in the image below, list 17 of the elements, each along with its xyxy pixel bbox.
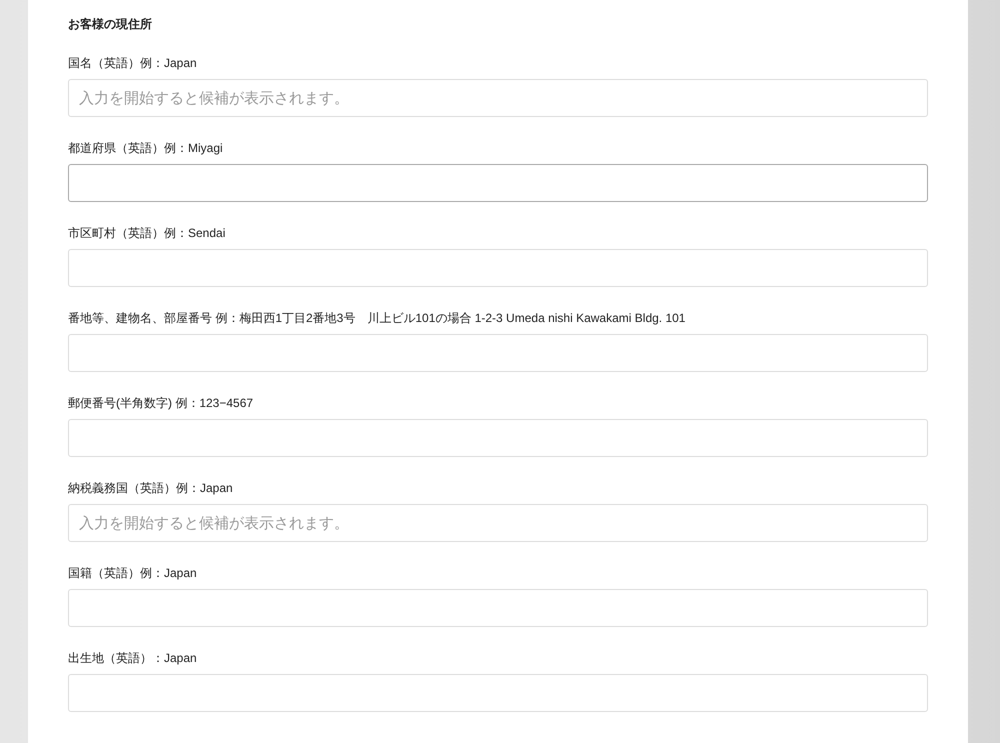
field-label: 番地等、建物名、部屋番号 例：梅田西1丁目2番地3号 川上ビル101の場合 1-2-3 Umeda nishi Kawakami Bldg. 101 — [68, 310, 686, 326]
field-label: 都道府県（英語）例：Miyagi — [68, 140, 224, 156]
input-field[interactable] — [68, 334, 928, 372]
field-label: 出生地（英語）：Japan — [68, 650, 198, 666]
input-field[interactable] — [68, 164, 928, 202]
input-field[interactable] — [68, 674, 928, 712]
section-title: お客様の現住所 — [68, 16, 153, 32]
field-label: 市区町村（英語）例：Sendai — [68, 225, 226, 241]
field-label: 郵便番号(半角数字) 例：123−4567 — [68, 395, 254, 411]
input-field[interactable] — [68, 419, 928, 457]
input-field[interactable]: 入力を開始すると候補が表示されます。 — [68, 504, 928, 542]
input-field[interactable] — [68, 589, 928, 627]
field-label: 国名（英語）例：Japan — [68, 55, 198, 71]
input-field[interactable]: 入力を開始すると候補が表示されます。 — [68, 79, 928, 117]
input-field[interactable] — [68, 249, 928, 287]
field-label: 国籍（英語）例：Japan — [68, 565, 198, 581]
field-label: 納税義務国（英語）例：Japan — [68, 480, 234, 496]
